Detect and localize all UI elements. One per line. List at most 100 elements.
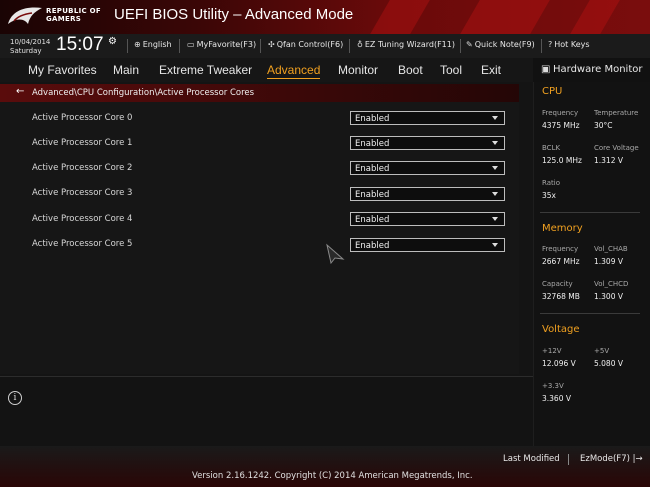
- tab-my-favorites[interactable]: My Favorites: [28, 63, 97, 77]
- v5-value: 5.080 V: [594, 359, 623, 368]
- qfan-label: Qfan Control(F6): [276, 40, 344, 49]
- favorite-icon: ▭: [187, 40, 195, 49]
- setting-label: Active Processor Core 1: [32, 138, 133, 148]
- divider: [127, 39, 128, 53]
- chevron-down-icon: [492, 243, 498, 247]
- memory-heading: Memory: [542, 223, 583, 234]
- brand-line2: GAMERS: [46, 15, 82, 23]
- setting-label: Active Processor Core 2: [32, 163, 133, 173]
- last-modified-button[interactable]: Last Modified: [503, 454, 560, 464]
- app-title: UEFI BIOS Utility – Advanced Mode: [114, 6, 354, 23]
- chevron-down-icon: [492, 166, 498, 170]
- core4-select[interactable]: Enabled: [350, 212, 505, 226]
- setting-label: Active Processor Core 0: [32, 113, 133, 123]
- select-value: Enabled: [355, 114, 390, 124]
- core2-select[interactable]: Enabled: [350, 161, 505, 175]
- tab-monitor[interactable]: Monitor: [338, 63, 378, 77]
- vol-chab-label: Vol_CHAB: [594, 245, 628, 253]
- select-value: Enabled: [355, 139, 390, 149]
- divider: [541, 39, 542, 53]
- ratio-label: Ratio: [542, 179, 560, 187]
- header-decoration: [460, 0, 550, 34]
- hot-keys-label: Hot Keys: [554, 40, 590, 49]
- v33-value: 3.360 V: [542, 394, 571, 403]
- hardware-monitor-title: Hardware Monitor: [553, 64, 643, 75]
- v5-label: +5V: [594, 347, 610, 355]
- divider: [179, 39, 180, 53]
- core-voltage-value: 1.312 V: [594, 156, 623, 165]
- vol-chcd-value: 1.300 V: [594, 292, 623, 301]
- breadcrumb-path: Advanced\CPU Configuration\Active Proces…: [32, 88, 255, 98]
- core0-select[interactable]: Enabled: [350, 111, 505, 125]
- ratio-value: 35x: [542, 191, 556, 200]
- mem-frequency-value: 2667 MHz: [542, 257, 580, 266]
- back-arrow-icon[interactable]: ←: [16, 86, 24, 97]
- section-divider: [540, 212, 640, 213]
- language-label: English: [142, 40, 172, 49]
- gear-icon[interactable]: ⚙: [108, 36, 117, 47]
- hardware-monitor-panel: CPU Frequency Temperature 4375 MHz 30°C …: [533, 82, 650, 446]
- cpu-temperature-label: Temperature: [594, 109, 639, 117]
- v33-label: +3.3V: [542, 382, 564, 390]
- monitor-icon: ▣: [541, 64, 551, 75]
- exit-arrow-icon: |→: [629, 454, 643, 464]
- hot-keys-button[interactable]: ? Hot Keys: [548, 40, 590, 49]
- vol-chcd-label: Vol_CHCD: [594, 280, 629, 288]
- v12-value: 12.096 V: [542, 359, 576, 368]
- setting-label: Active Processor Core 5: [32, 239, 133, 249]
- tab-main[interactable]: Main: [113, 63, 139, 77]
- select-value: Enabled: [355, 190, 390, 200]
- quick-note-label: Quick Note(F9): [474, 40, 535, 49]
- chevron-down-icon: [492, 192, 498, 196]
- header-decoration: [570, 0, 620, 34]
- hardware-monitor-header: ▣ Hardware Monitor: [533, 58, 650, 82]
- chevron-down-icon: [492, 116, 498, 120]
- ezmode-button[interactable]: EzMode(F7) |→: [580, 454, 643, 464]
- day-text: Saturday: [10, 47, 42, 55]
- cpu-temperature-value: 30°C: [594, 121, 613, 130]
- qfan-button[interactable]: ✣ Qfan Control(F6): [268, 40, 343, 49]
- cpu-frequency-value: 4375 MHz: [542, 121, 580, 130]
- help-area: i: [0, 376, 533, 447]
- quick-note-button[interactable]: ✎ Quick Note(F9): [466, 40, 535, 49]
- language-button[interactable]: ⊕ English: [134, 40, 172, 49]
- rog-logo-icon: [8, 7, 42, 24]
- note-icon: ✎: [466, 40, 473, 49]
- date-display: 10/04/2014 Saturday: [10, 38, 50, 56]
- tab-extreme-tweaker[interactable]: Extreme Tweaker: [159, 63, 252, 77]
- ezmode-label: EzMode(F7): [580, 454, 630, 464]
- tab-advanced[interactable]: Advanced: [267, 63, 321, 79]
- tab-exit[interactable]: Exit: [481, 63, 501, 77]
- myfavorite-button[interactable]: ▭ MyFavorite(F3): [187, 40, 256, 49]
- globe-icon: ⊕: [134, 40, 141, 49]
- core5-select[interactable]: Enabled: [350, 238, 505, 252]
- voltage-heading: Voltage: [542, 324, 580, 335]
- cpu-frequency-label: Frequency: [542, 109, 579, 117]
- core1-select[interactable]: Enabled: [350, 136, 505, 150]
- tab-tool[interactable]: Tool: [440, 63, 462, 77]
- divider: [349, 39, 350, 53]
- header-decoration: [370, 0, 430, 34]
- footer: Last Modified EzMode(F7) |→ Version 2.16…: [0, 446, 650, 487]
- breadcrumb: ← Advanced\CPU Configuration\Active Proc…: [0, 84, 519, 102]
- bclk-label: BCLK: [542, 144, 561, 152]
- chevron-down-icon: [492, 217, 498, 221]
- myfavorite-label: MyFavorite(F3): [196, 40, 257, 49]
- info-icon[interactable]: i: [8, 391, 22, 405]
- capacity-value: 32768 MB: [542, 292, 580, 301]
- cpu-heading: CPU: [542, 86, 563, 97]
- capacity-label: Capacity: [542, 280, 573, 288]
- brand-text: REPUBLIC OF GAMERS: [46, 7, 101, 23]
- select-value: Enabled: [355, 215, 390, 225]
- setting-label: Active Processor Core 3: [32, 188, 133, 198]
- ez-tuning-button[interactable]: ♁ EZ Tuning Wizard(F11): [357, 40, 455, 49]
- tab-boot[interactable]: Boot: [398, 63, 423, 77]
- v12-label: +12V: [542, 347, 562, 355]
- section-divider: [540, 313, 640, 314]
- core-voltage-label: Core Voltage: [594, 144, 639, 152]
- core3-select[interactable]: Enabled: [350, 187, 505, 201]
- divider: [568, 454, 569, 465]
- help-icon: ?: [548, 40, 553, 49]
- brand-line1: REPUBLIC OF: [46, 7, 101, 15]
- lightbulb-icon: ♁: [357, 40, 363, 49]
